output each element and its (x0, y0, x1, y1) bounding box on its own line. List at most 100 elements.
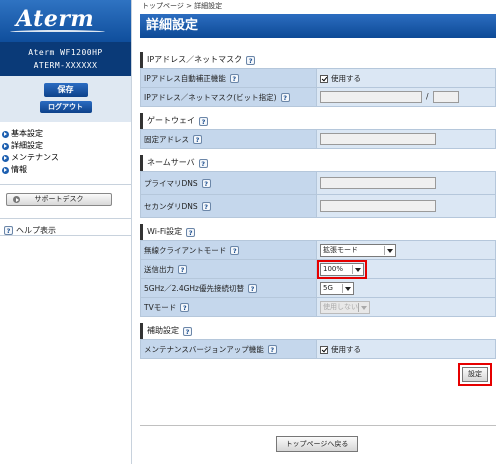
aterm-logo: Aterm (0, 0, 131, 42)
row-value: 拡張モード (316, 240, 496, 260)
row-label: プライマリDNS? (140, 171, 317, 195)
device-id: ATERM-XXXXXX (33, 61, 98, 70)
help-toggle[interactable]: ? ヘルプ表示 (0, 218, 131, 236)
arrow-bullet-icon (2, 166, 9, 174)
row-label: TVモード? (140, 297, 317, 317)
tx-power-select[interactable]: 100% (317, 259, 367, 279)
breadcrumb: トップページ > 詳細設定 (142, 2, 223, 10)
label-text: TVモード (144, 302, 177, 312)
table-row: 無線クライアントモード? 拡張モード (140, 240, 496, 260)
checkbox-label: 使用する (331, 73, 361, 83)
save-button[interactable]: 保存 (43, 83, 88, 97)
side-actions: 保存 ログアウト (0, 76, 131, 122)
row-value (316, 129, 496, 149)
model-name: Aterm WF1200HP (28, 48, 103, 57)
help-icon[interactable]: ? (180, 303, 190, 312)
help-icon[interactable]: ? (201, 202, 211, 211)
support-label: サポートデスク (34, 195, 84, 203)
table-row: IPアドレス／ネットマスク(ビット指定)? / (140, 87, 496, 107)
help-icon[interactable]: ? (280, 93, 290, 102)
main-content: トップページ > 詳細設定 詳細設定 IPアドレス／ネットマスク ? IPアドレ… (140, 0, 496, 464)
chevron-down-icon (384, 245, 394, 255)
nav-item-basic[interactable]: 基本設定 (2, 128, 131, 140)
section-ip: IPアドレス／ネットマスク ? (140, 52, 496, 68)
section-title: ゲートウェイ (147, 116, 195, 125)
ip-table: IPアドレス自動補正機能? 使用する IPアドレス／ネットマスク(ビット指定)?… (140, 68, 496, 107)
row-label: 5GHz／2.4GHz優先接続切替? (140, 278, 317, 298)
table-row: メンテナンスバージョンアップ機能? 使用する (140, 339, 496, 359)
select-value: 拡張モード (323, 245, 358, 254)
select-value: 使用しない (323, 302, 358, 311)
section-wifi: Wi-Fi設定 ? (140, 224, 496, 240)
row-label: IPアドレス／ネットマスク(ビット指定)? (140, 87, 317, 107)
secondary-dns-input[interactable] (320, 200, 436, 212)
row-value: 100% (316, 259, 496, 279)
row-label: セカンダリDNS? (140, 194, 317, 218)
back-to-top-button[interactable]: トップページへ戻る (276, 436, 358, 452)
netmask-input[interactable] (432, 91, 459, 103)
section-dns: ネームサーバ ? (140, 155, 496, 171)
arrow-bullet-icon (2, 130, 9, 138)
section-title: ネームサーバ (147, 158, 195, 167)
page-title: 詳細設定 (140, 14, 496, 38)
tv-mode-select: 使用しない (320, 300, 370, 314)
row-value: 5G (316, 278, 496, 298)
chevron-down-icon (342, 283, 352, 293)
row-value: 使用する (316, 339, 496, 359)
nav-label: メンテナンス (11, 153, 59, 162)
client-mode-select[interactable]: 拡張モード (320, 243, 396, 257)
label-text: 5GHz／2.4GHz優先接続切替 (144, 283, 244, 293)
row-value (316, 171, 496, 195)
arrow-circle-icon (13, 196, 20, 203)
select-value: 5G (323, 283, 333, 292)
form-actions: 設定 (140, 359, 496, 399)
help-icon[interactable]: ? (267, 345, 277, 354)
ip-address-input[interactable] (320, 91, 422, 103)
row-label: メンテナンスバージョンアップ機能? (140, 339, 317, 359)
arrow-bullet-icon (2, 154, 9, 162)
help-icon[interactable]: ? (199, 116, 208, 126)
maint-update-checkbox[interactable] (320, 345, 328, 354)
gateway-table: 固定アドレス? (140, 129, 496, 149)
nav-item-maintenance[interactable]: メンテナンス (2, 152, 131, 164)
help-icon[interactable]: ? (198, 158, 208, 168)
nav-label: 詳細設定 (11, 141, 43, 150)
help-icon[interactable]: ? (201, 179, 211, 188)
set-button[interactable]: 設定 (458, 363, 492, 386)
section-title: 補助設定 (147, 326, 179, 335)
table-row: IPアドレス自動補正機能? 使用する (140, 68, 496, 88)
row-label: 無線クライアントモード? (140, 240, 317, 260)
support-desk-button[interactable]: サポートデスク (6, 193, 112, 206)
model-info: Aterm WF1200HP ATERM-XXXXXX (0, 42, 131, 76)
row-value: / (316, 87, 496, 107)
aux-table: メンテナンスバージョンアップ機能? 使用する (140, 339, 496, 359)
gateway-input[interactable] (320, 133, 436, 145)
help-icon[interactable]: ? (183, 326, 192, 336)
primary-dns-input[interactable] (320, 177, 436, 189)
row-value: 使用しない (316, 297, 496, 317)
sidebar-nav: 基本設定 詳細設定 メンテナンス 情報 (0, 122, 131, 178)
help-icon[interactable]: ? (247, 284, 257, 293)
help-icon[interactable]: ? (193, 135, 202, 144)
row-label: 送信出力? (140, 259, 317, 279)
help-icon[interactable]: ? (230, 246, 240, 255)
table-row: プライマリDNS? (140, 171, 496, 195)
checkbox-label: 使用する (331, 344, 361, 354)
label-text: メンテナンスバージョンアップ機能 (144, 344, 264, 354)
help-icon[interactable]: ? (186, 227, 196, 237)
help-icon[interactable]: ? (246, 55, 256, 65)
label-text: セカンダリDNS (144, 201, 198, 211)
chevron-down-icon (358, 302, 368, 312)
nav-item-info[interactable]: 情報 (2, 164, 131, 176)
band-priority-select[interactable]: 5G (320, 281, 354, 295)
logout-button[interactable]: ログアウト (39, 101, 92, 113)
arrow-bullet-icon (2, 142, 9, 150)
ip-auto-checkbox[interactable] (320, 74, 328, 83)
help-icon[interactable]: ? (178, 265, 187, 274)
section-title: Wi-Fi設定 (147, 227, 183, 236)
table-row: セカンダリDNS? (140, 194, 496, 218)
help-label: ヘルプ表示 (16, 225, 56, 235)
help-icon[interactable]: ? (229, 74, 239, 83)
row-value: 使用する (316, 68, 496, 88)
nav-item-advanced[interactable]: 詳細設定 (2, 140, 131, 152)
